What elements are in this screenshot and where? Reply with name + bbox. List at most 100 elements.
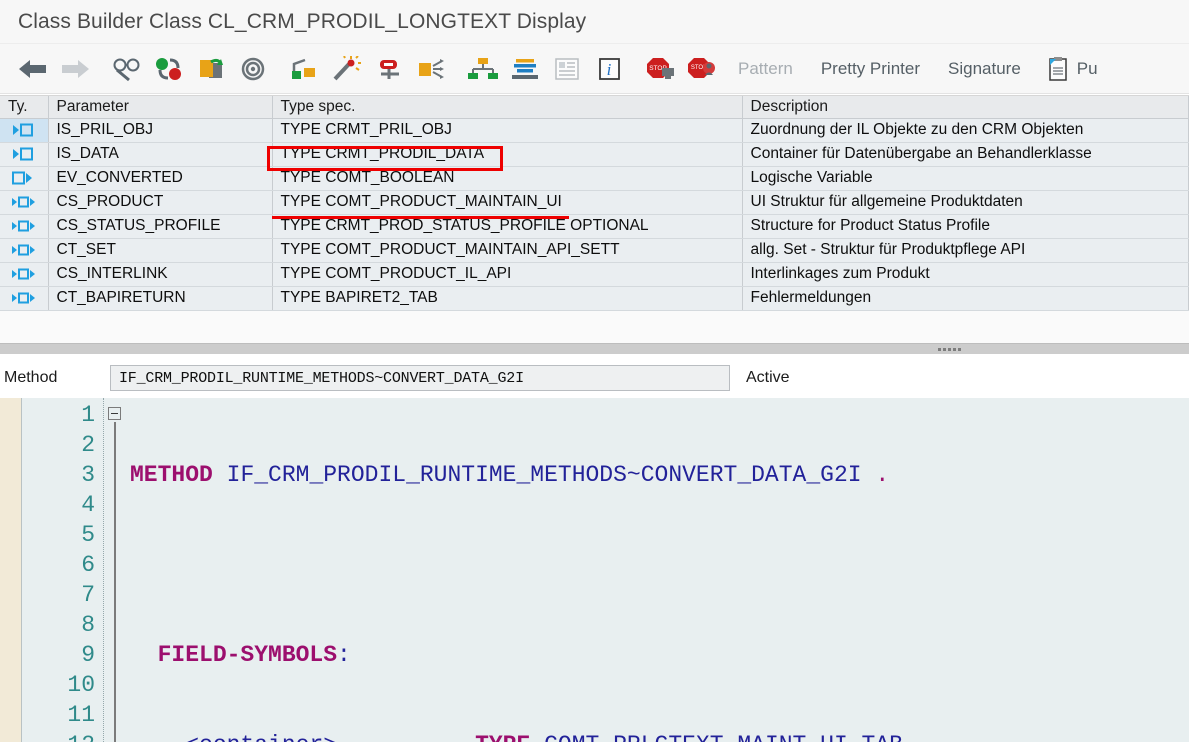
changing-icon (0, 239, 47, 261)
param-typespec-cell[interactable]: TYPE COMT_PRODUCT_MAINTAIN_UI (272, 190, 743, 215)
param-description-cell[interactable]: Interlinkages zum Produkt (742, 262, 1189, 287)
class-hierarchy-icon[interactable] (462, 49, 504, 89)
method-bar: Method IF_CRM_PRODIL_RUNTIME_METHODS~CON… (0, 356, 1189, 400)
param-type-cell[interactable] (0, 190, 49, 215)
changing-icon (0, 263, 47, 285)
param-typespec-cell[interactable]: TYPE COMT_BOOLEAN (272, 166, 743, 191)
line-number: 11 (67, 702, 95, 728)
param-typespec-cell[interactable]: TYPE CRMT_PRODIL_DATA (272, 142, 743, 167)
info-icon[interactable]: i (588, 49, 630, 89)
param-type-cell[interactable] (0, 214, 49, 239)
forward-navigation-icon[interactable] (410, 49, 452, 89)
code-editor[interactable]: 1 2 3 4 5 6 7 8 9 10 11 12 METHOD IF_CRM… (0, 398, 1189, 742)
public-section-button[interactable]: Pu (1035, 49, 1098, 89)
table-row[interactable]: CT_BAPIRETURN TYPE BAPIRET2_TAB Fehlerme… (0, 286, 1189, 311)
line-number: 10 (67, 672, 95, 698)
table-row[interactable]: IS_PRIL_OBJ TYPE CRMT_PRIL_OBJ Zuordnung… (0, 118, 1189, 143)
local-definitions-icon[interactable] (284, 49, 326, 89)
param-typespec-cell[interactable]: TYPE CRMT_PRIL_OBJ (272, 118, 743, 143)
param-typespec-cell[interactable]: TYPE BAPIRET2_TAB (272, 286, 743, 311)
pattern-button[interactable]: Pattern (724, 49, 807, 89)
param-type-cell[interactable] (0, 142, 49, 167)
importing-icon (0, 143, 47, 165)
line-number: 2 (81, 432, 95, 458)
param-description-cell[interactable]: UI Struktur für allgemeine Produktdaten (742, 190, 1189, 215)
display-glasses-icon[interactable] (106, 49, 148, 89)
line-number: 6 (81, 552, 95, 578)
editor-left-margin (0, 398, 22, 742)
method-name-input[interactable]: IF_CRM_PRODIL_RUNTIME_METHODS~CONVERT_DA… (110, 365, 730, 391)
wand-icon[interactable] (326, 49, 368, 89)
param-description-cell[interactable]: Fehlermeldungen (742, 286, 1189, 311)
table-row[interactable]: CS_STATUS_PROFILE TYPE CRMT_PROD_STATUS_… (0, 214, 1189, 239)
param-name-cell[interactable]: CS_PRODUCT (48, 190, 273, 215)
changing-icon (0, 191, 47, 213)
activate-icon[interactable] (232, 49, 274, 89)
column-header-type-spec[interactable]: Type spec. (272, 96, 743, 119)
table-row[interactable]: CS_INTERLINK TYPE COMT_PRODUCT_IL_API In… (0, 262, 1189, 287)
check-icon[interactable] (190, 49, 232, 89)
table-row[interactable]: CS_PRODUCT TYPE COMT_PRODUCT_MAINTAIN_UI… (0, 190, 1189, 215)
pane-splitter[interactable] (0, 343, 1189, 355)
exporting-icon (0, 167, 47, 189)
param-type-cell[interactable] (0, 238, 49, 263)
breakpoint-icon[interactable]: STOP (640, 49, 682, 89)
param-name-cell[interactable]: EV_CONVERTED (48, 166, 273, 191)
code-line-1: METHOD IF_CRM_PRODIL_RUNTIME_METHODS~CON… (130, 462, 890, 488)
back-arrow-icon[interactable] (12, 49, 54, 89)
class-builder-window: Class Builder Class CL_CRM_PRODIL_LONGTE… (0, 0, 1189, 742)
param-type-cell[interactable] (0, 286, 49, 311)
main-toolbar: i STOP STOP Pattern Pretty Printer Signa… (0, 44, 1189, 94)
line-number: 12 (22, 730, 95, 742)
param-name-cell[interactable]: CT_BAPIRETURN (48, 286, 273, 311)
code-line-3: FIELD-SYMBOLS: (157, 642, 351, 668)
param-type-cell[interactable] (0, 166, 49, 191)
table-row[interactable]: IS_DATA TYPE CRMT_PRODIL_DATA Container … (0, 142, 1189, 167)
column-header-type[interactable]: Ty. (0, 96, 49, 119)
pretty-printer-button[interactable]: Pretty Printer (807, 49, 934, 89)
param-name-cell[interactable]: CS_STATUS_PROFILE (48, 214, 273, 239)
param-description-cell[interactable]: allg. Set - Struktur für Produktpflege A… (742, 238, 1189, 263)
param-name-cell[interactable]: IS_DATA (48, 142, 273, 167)
changing-icon (0, 215, 47, 237)
line-number-gutter: 1 2 3 4 5 6 7 8 9 10 11 12 (22, 398, 104, 742)
signature-button[interactable]: Signature (934, 49, 1035, 89)
param-name-cell[interactable]: CT_SET (48, 238, 273, 263)
param-description-cell[interactable]: Zuordnung der IL Objekte zu den CRM Obje… (742, 118, 1189, 143)
param-typespec-cell[interactable]: TYPE COMT_PRODUCT_IL_API (272, 262, 743, 287)
table-empty-area (0, 310, 1189, 343)
code-folding-column[interactable] (104, 398, 130, 742)
fold-collapse-icon[interactable] (108, 407, 121, 420)
param-name-cell[interactable]: CS_INTERLINK (48, 262, 273, 287)
splitter-grip-icon (938, 348, 961, 351)
breakpoint-delete-icon[interactable]: STOP (682, 49, 724, 89)
table-row[interactable]: CT_SET TYPE COMT_PRODUCT_MAINTAIN_API_SE… (0, 238, 1189, 263)
parameter-table-pane: Ty. Parameter Type spec. Description IS_… (0, 95, 1189, 343)
line-number: 4 (81, 492, 95, 518)
window-titlebar: Class Builder Class CL_CRM_PRODIL_LONGTE… (0, 0, 1189, 44)
page-title: Class Builder Class CL_CRM_PRODIL_LONGTE… (18, 9, 587, 33)
line-number: 3 (81, 462, 95, 488)
param-typespec-cell[interactable]: TYPE COMT_PRODUCT_MAINTAIN_API_SETT (272, 238, 743, 263)
column-header-description[interactable]: Description (742, 96, 1189, 119)
fold-guide-line (114, 422, 116, 742)
param-name-cell[interactable]: IS_PRIL_OBJ (48, 118, 273, 143)
table-header-row: Ty. Parameter Type spec. Description (0, 96, 1189, 119)
param-description-cell[interactable]: Structure for Product Status Profile (742, 214, 1189, 239)
line-number: 7 (81, 582, 95, 608)
param-type-cell[interactable] (0, 118, 49, 143)
table-row[interactable]: EV_CONVERTED TYPE COMT_BOOLEAN Logische … (0, 166, 1189, 191)
clipboard-icon (1045, 56, 1071, 82)
column-header-parameter[interactable]: Parameter (48, 96, 273, 119)
param-description-cell[interactable]: Logische Variable (742, 166, 1189, 191)
param-typespec-cell[interactable]: TYPE CRMT_PROD_STATUS_PROFILE OPTIONAL (272, 214, 743, 239)
line-number: 9 (81, 642, 95, 668)
code-text-area[interactable]: METHOD IF_CRM_PRODIL_RUNTIME_METHODS~CON… (130, 398, 1189, 742)
redefine-icon[interactable] (368, 49, 410, 89)
public-section-label: Pu (1076, 58, 1098, 78)
param-description-cell[interactable]: Container für Datenübergabe an Behandler… (742, 142, 1189, 167)
param-type-cell[interactable] (0, 262, 49, 287)
changing-icon (0, 287, 47, 309)
display-change-icon[interactable] (148, 49, 190, 89)
stack-icon[interactable] (504, 49, 546, 89)
